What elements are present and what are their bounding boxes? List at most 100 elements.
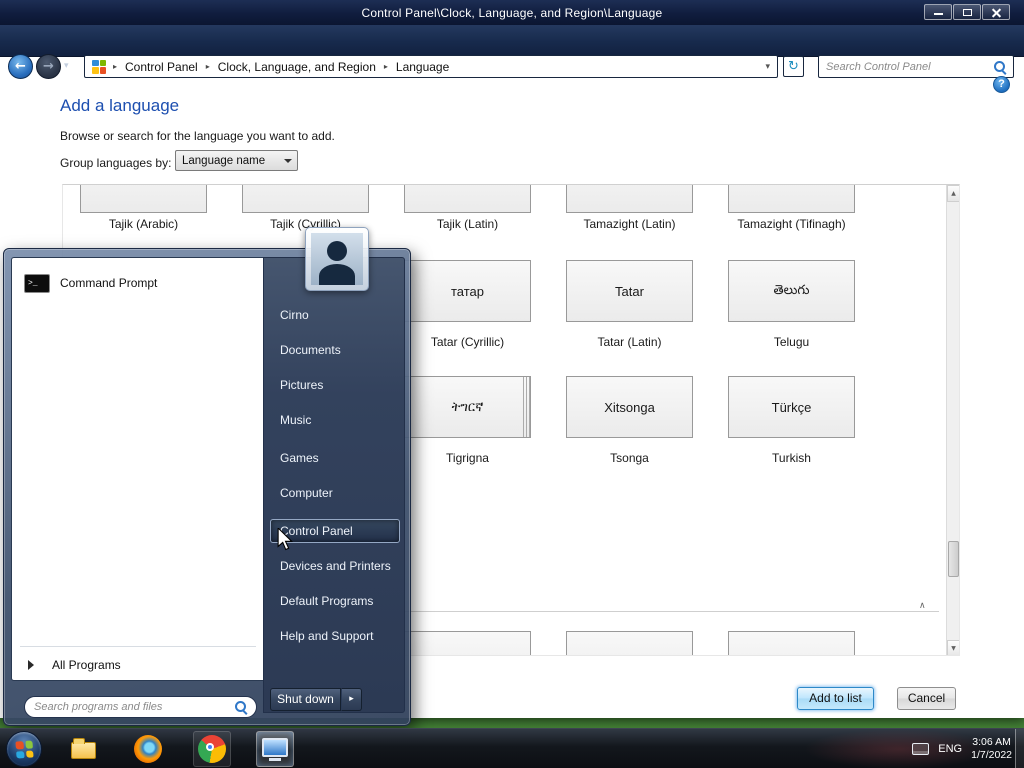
group-by-value: Language name [182,154,266,167]
maximize-button[interactable] [953,4,981,20]
mouse-cursor [276,526,296,556]
search-input[interactable] [826,60,994,73]
address-dropdown-icon[interactable]: ▾ [765,62,777,72]
language-tile-label: Turkish [772,451,811,465]
language-tile-partial[interactable] [566,631,693,655]
minimize-icon [934,13,943,15]
start-menu-left-panel: >_ Command Prompt All Programs [11,257,263,718]
close-button[interactable] [982,4,1010,20]
start-menu-item-music[interactable]: Music [270,408,400,432]
recent-pages-chevron-icon[interactable]: ▾ [64,61,69,71]
language-tile[interactable]: ትግርኛ [404,376,531,438]
command-prompt-label: Command Prompt [60,276,158,290]
chrome-dot-icon [206,743,214,751]
address-bar-row: ← → ▾ ▸ Control Panel ▸ Clock, Language,… [0,25,1024,79]
taskbar-active-window-button[interactable] [256,731,294,767]
control-panel-icon [92,59,106,74]
language-tile[interactable] [404,185,531,213]
language-tile-partial[interactable] [728,631,855,655]
user-avatar[interactable] [305,227,369,291]
chevron-down-icon [284,158,292,163]
language-tile[interactable] [242,185,369,213]
language-tile-label: Tamazight (Latin) [583,217,676,231]
breadcrumb-language[interactable]: Language [393,60,452,74]
avatar-silhouette-icon [311,233,363,285]
clock-time: 3:06 AM [972,736,1011,748]
scroll-down-button[interactable]: ▼ [947,640,959,655]
start-menu-item-computer[interactable]: Computer [270,481,400,505]
chrome-icon [198,735,226,763]
start-menu-separator [20,646,256,647]
start-menu-item-help-support[interactable]: Help and Support [270,624,400,648]
scroll-up-button[interactable]: ▲ [947,185,959,202]
forward-button[interactable]: → [36,54,61,79]
start-search-input[interactable] [34,701,235,713]
taskbar: ENG 3:06 AM 1/7/2022 [0,728,1024,768]
help-button[interactable]: ? [993,76,1010,93]
cancel-button[interactable]: Cancel [897,687,956,710]
taskbar-explorer-button[interactable] [64,731,102,767]
breadcrumb[interactable]: ▸ Control Panel ▸ Clock, Language, and R… [84,55,778,78]
back-button[interactable]: ← [8,54,33,79]
language-tile[interactable]: татар [404,260,531,322]
language-tile[interactable] [728,185,855,213]
page-title: Add a language [60,96,180,115]
language-tile[interactable]: Tatar [566,260,693,322]
caption-buttons [924,4,1010,20]
language-tile[interactable]: తెలుగు [728,260,855,322]
page-subtitle: Browse or search for the language you wa… [60,129,335,143]
input-language-indicator[interactable]: ENG [938,743,962,755]
refresh-button[interactable]: ↻ [783,56,804,77]
monitor-icon [262,738,288,761]
shutdown-options-button[interactable]: ▸ [341,688,362,711]
clock-date: 1/7/2022 [971,749,1012,761]
taskbar-firefox-button[interactable] [129,731,167,767]
add-to-list-button[interactable]: Add to list [797,687,874,710]
window-title: Control Panel\Clock, Language, and Regio… [361,5,663,20]
language-tile-label: Tajik (Latin) [436,217,499,231]
start-menu-item-pictures[interactable]: Pictures [270,373,400,397]
crumb-separator-icon: ▸ [383,62,388,71]
start-menu-item-documents[interactable]: Documents [270,338,400,362]
language-tile-partial[interactable] [404,631,531,655]
language-tile-label: Telugu [773,335,810,349]
taskbar-clock[interactable]: 3:06 AM 1/7/2022 [971,736,1012,762]
language-tile-label: Tigrigna [446,451,489,465]
command-prompt-icon: >_ [24,273,50,293]
start-menu-item-default-programs[interactable]: Default Programs [270,589,400,613]
collapse-group-icon[interactable]: ∧ [919,601,926,611]
start-menu-right-panel: Cirno Documents Pictures Music Games Com… [263,257,405,713]
start-menu: >_ Command Prompt All Programs Cirno Doc… [3,227,411,726]
scrollbar[interactable]: ▲ ▼ [946,185,959,655]
language-tile[interactable] [566,185,693,213]
breadcrumb-control-panel[interactable]: Control Panel [122,60,201,74]
breadcrumb-clock-language-region[interactable]: Clock, Language, and Region [215,60,379,74]
shutdown-button[interactable]: Shut down [270,688,341,711]
desktop: Control Panel\Clock, Language, and Regio… [0,0,1024,768]
scrollbar-thumb[interactable] [948,541,959,577]
show-desktop-button[interactable] [1015,729,1024,768]
taskbar-chrome-button[interactable] [193,731,231,767]
start-menu-item-devices-printers[interactable]: Devices and Printers [270,554,400,578]
control-panel-search [818,55,1014,78]
system-tray: ENG 3:06 AM 1/7/2022 [912,729,1012,768]
language-tile[interactable] [80,185,207,213]
search-icon[interactable] [994,60,1006,73]
start-button[interactable] [6,731,42,767]
start-menu-item-command-prompt[interactable]: >_ Command Prompt [16,266,256,300]
language-tile[interactable]: Xitsonga [566,376,693,438]
start-menu-item-games[interactable]: Games [270,446,400,470]
start-menu-item-user[interactable]: Cirno [270,303,400,327]
all-programs-label: All Programs [52,658,121,672]
crumb-separator-icon: ▸ [113,62,118,71]
language-tile-label: Tatar (Cyrillic) [430,335,505,349]
all-programs-button[interactable]: All Programs [16,652,256,678]
group-by-dropdown[interactable]: Language name [175,150,298,171]
minimize-button[interactable] [924,4,952,20]
crumb-separator-icon: ▸ [205,62,210,71]
language-tile-label: Tsonga [610,451,649,465]
language-tile-label: Tamazight (Tifinagh) [737,217,846,231]
language-tile[interactable]: Türkçe [728,376,855,438]
keyboard-layout-icon[interactable] [912,743,930,755]
search-icon[interactable] [235,701,247,713]
